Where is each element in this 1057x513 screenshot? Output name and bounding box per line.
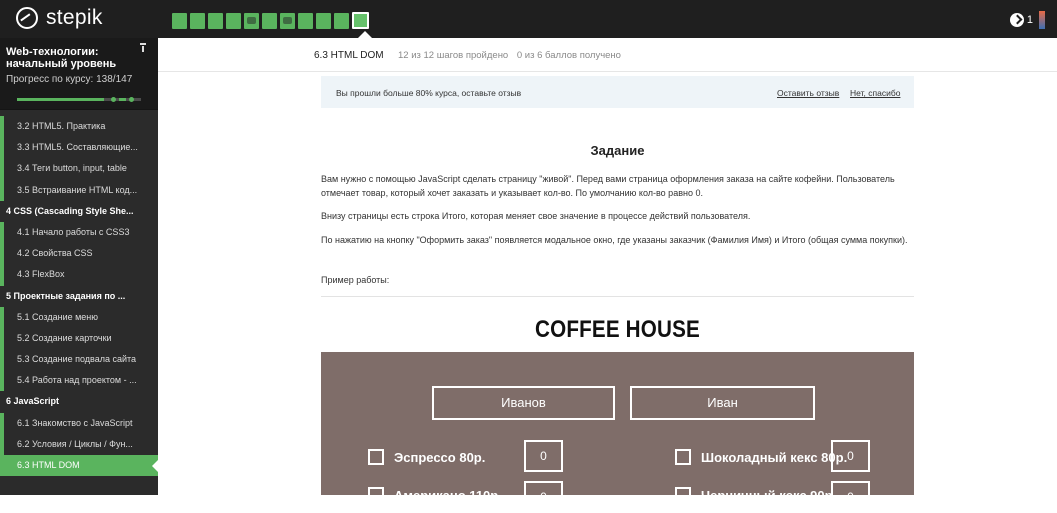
product-checkbox[interactable] bbox=[675, 487, 691, 503]
main-content: 6.3 HTML DOM 12 из 12 шагов пройдено 0 и… bbox=[158, 38, 1057, 513]
task-paragraph: Вам нужно с помощью JavaScript сделать с… bbox=[321, 174, 895, 198]
quantity-field[interactable]: 0 bbox=[524, 440, 563, 472]
notifications-button[interactable]: 1 bbox=[1009, 11, 1045, 29]
step-5[interactable] bbox=[244, 13, 259, 29]
notifications-count: 1 bbox=[1026, 14, 1033, 26]
avatar[interactable] bbox=[1039, 11, 1045, 29]
progress-marker bbox=[111, 97, 116, 102]
sidebar-item[interactable]: 5.1 Создание меню bbox=[0, 306, 158, 328]
top-bar: stepik 1 bbox=[0, 0, 1057, 38]
product-checkbox[interactable] bbox=[368, 449, 384, 465]
step-2[interactable] bbox=[190, 13, 205, 29]
step-4[interactable] bbox=[226, 13, 241, 29]
step-8[interactable] bbox=[298, 13, 313, 29]
surname-field[interactable]: Иванов bbox=[432, 386, 615, 420]
lesson-list: 3.2 HTML5. Практика 3.3 HTML5. Составляющ… bbox=[0, 116, 158, 477]
product-checkbox[interactable] bbox=[675, 449, 691, 465]
course-header: Web-технологии: начальный уровень Прогре… bbox=[0, 38, 158, 110]
course-progress-fill bbox=[17, 98, 105, 101]
name-field[interactable]: Иван bbox=[630, 386, 815, 420]
step-9[interactable] bbox=[316, 13, 331, 29]
course-progress-label: Прогресс по курсу: 138/147 bbox=[6, 74, 133, 85]
product-chocolate-cake[interactable]: Шоколадный кекс 80р. bbox=[675, 449, 847, 465]
product-espresso[interactable]: Эспрессо 80р. bbox=[368, 449, 485, 465]
task-paragraph: По нажатию на кнопку "Оформить заказ" по… bbox=[321, 235, 908, 245]
step-1[interactable] bbox=[172, 13, 187, 29]
brand-name: stepik bbox=[46, 6, 103, 29]
sidebar-item[interactable]: 6.1 Знакомство с JavaScript bbox=[0, 412, 158, 434]
lesson-header: 6.3 HTML DOM 12 из 12 шагов пройдено 0 и… bbox=[158, 38, 1057, 72]
sidebar-item[interactable]: 5.3 Создание подвала сайта bbox=[0, 349, 158, 371]
sidebar-item[interactable]: 3.2 HTML5. Практика bbox=[0, 116, 158, 138]
product-label: Шоколадный кекс 80р. bbox=[701, 449, 848, 465]
active-step-caret bbox=[358, 31, 372, 38]
stepik-logo[interactable]: stepik bbox=[16, 6, 103, 30]
progress-markers bbox=[111, 96, 134, 102]
step-11-active[interactable] bbox=[352, 12, 369, 29]
stepik-logo-icon bbox=[16, 7, 38, 29]
lesson-meta: 12 из 12 шагов пройдено 0 из 6 баллов по… bbox=[398, 50, 627, 61]
product-label: Черничный кекс 90р. bbox=[701, 487, 837, 503]
sidebar-item[interactable]: 5.4 Работа над проектом - ... bbox=[0, 370, 158, 392]
quantity-field[interactable]: 0 bbox=[831, 440, 870, 472]
task-paragraph: Внизу страницы есть строка Итого, котора… bbox=[321, 211, 751, 221]
coffee-house-title: COFFEE HOUSE bbox=[535, 316, 700, 343]
pin-icon[interactable] bbox=[140, 43, 146, 52]
course-sidebar: Web-технологии: начальный уровень Прогре… bbox=[0, 38, 158, 495]
sidebar-section[interactable]: 4 CSS (Cascading Style She... bbox=[0, 201, 158, 222]
step-3[interactable] bbox=[208, 13, 223, 29]
progress-marker bbox=[129, 97, 134, 102]
sidebar-item[interactable]: 4.1 Начало работы с CSS3 bbox=[0, 221, 158, 244]
sidebar-item[interactable]: 3.3 HTML5. Составляющие... bbox=[0, 137, 158, 159]
review-banner-text: Вы прошли больше 80% курса, оставьте отз… bbox=[336, 88, 522, 98]
sidebar-item[interactable]: 5.2 Создание карточки bbox=[0, 327, 158, 350]
leave-review-link[interactable]: Оставить отзыв bbox=[777, 88, 839, 98]
sidebar-item-active[interactable]: 6.3 HTML DOM bbox=[0, 455, 158, 477]
step-10[interactable] bbox=[334, 13, 349, 29]
lesson-title: 6.3 HTML DOM bbox=[314, 50, 384, 61]
steps-done-text: 12 из 12 шагов пройдено bbox=[398, 50, 509, 61]
product-americano[interactable]: Американо 110р. bbox=[368, 487, 502, 503]
sidebar-item[interactable]: 4.3 FlexBox bbox=[0, 264, 158, 286]
product-label: Эспрессо 80р. bbox=[394, 449, 486, 465]
sidebar-item[interactable]: 3.4 Теги button, input, table bbox=[0, 158, 158, 180]
example-order-form: Иванов Иван Эспрессо 80р. 0 Шоколадный к… bbox=[321, 352, 914, 513]
quantity-field[interactable]: 0 bbox=[831, 481, 870, 513]
step-7[interactable] bbox=[280, 13, 295, 29]
example-label: Пример работы: bbox=[321, 275, 390, 285]
notification-icon bbox=[1009, 13, 1024, 27]
progress-marker bbox=[119, 98, 126, 101]
sidebar-item[interactable]: 6.2 Условия / Циклы / Фун... bbox=[0, 433, 158, 455]
step-6[interactable] bbox=[262, 13, 277, 29]
product-blueberry-cake[interactable]: Черничный кекс 90р. bbox=[675, 487, 836, 503]
no-thanks-link[interactable]: Нет, спасибо bbox=[850, 88, 900, 98]
sidebar-section[interactable]: 5 Проектные задания по ... bbox=[0, 286, 158, 307]
sidebar-section[interactable]: 6 JavaScript bbox=[0, 391, 158, 412]
sidebar-item[interactable]: 3.5 Встраивание HTML код... bbox=[0, 179, 158, 201]
points-text: 0 из 6 баллов получено bbox=[516, 50, 621, 61]
course-title[interactable]: Web-технологии: начальный уровень bbox=[6, 46, 136, 70]
task-heading: Задание bbox=[590, 143, 645, 158]
divider bbox=[321, 296, 914, 297]
product-checkbox[interactable] bbox=[368, 487, 384, 503]
quantity-field[interactable]: 0 bbox=[524, 481, 563, 513]
product-label: Американо 110р. bbox=[394, 487, 502, 503]
sidebar-item[interactable]: 4.2 Свойства CSS bbox=[0, 243, 158, 265]
review-banner: Вы прошли больше 80% курса, оставьте отз… bbox=[321, 76, 914, 108]
step-navigation bbox=[172, 12, 369, 30]
